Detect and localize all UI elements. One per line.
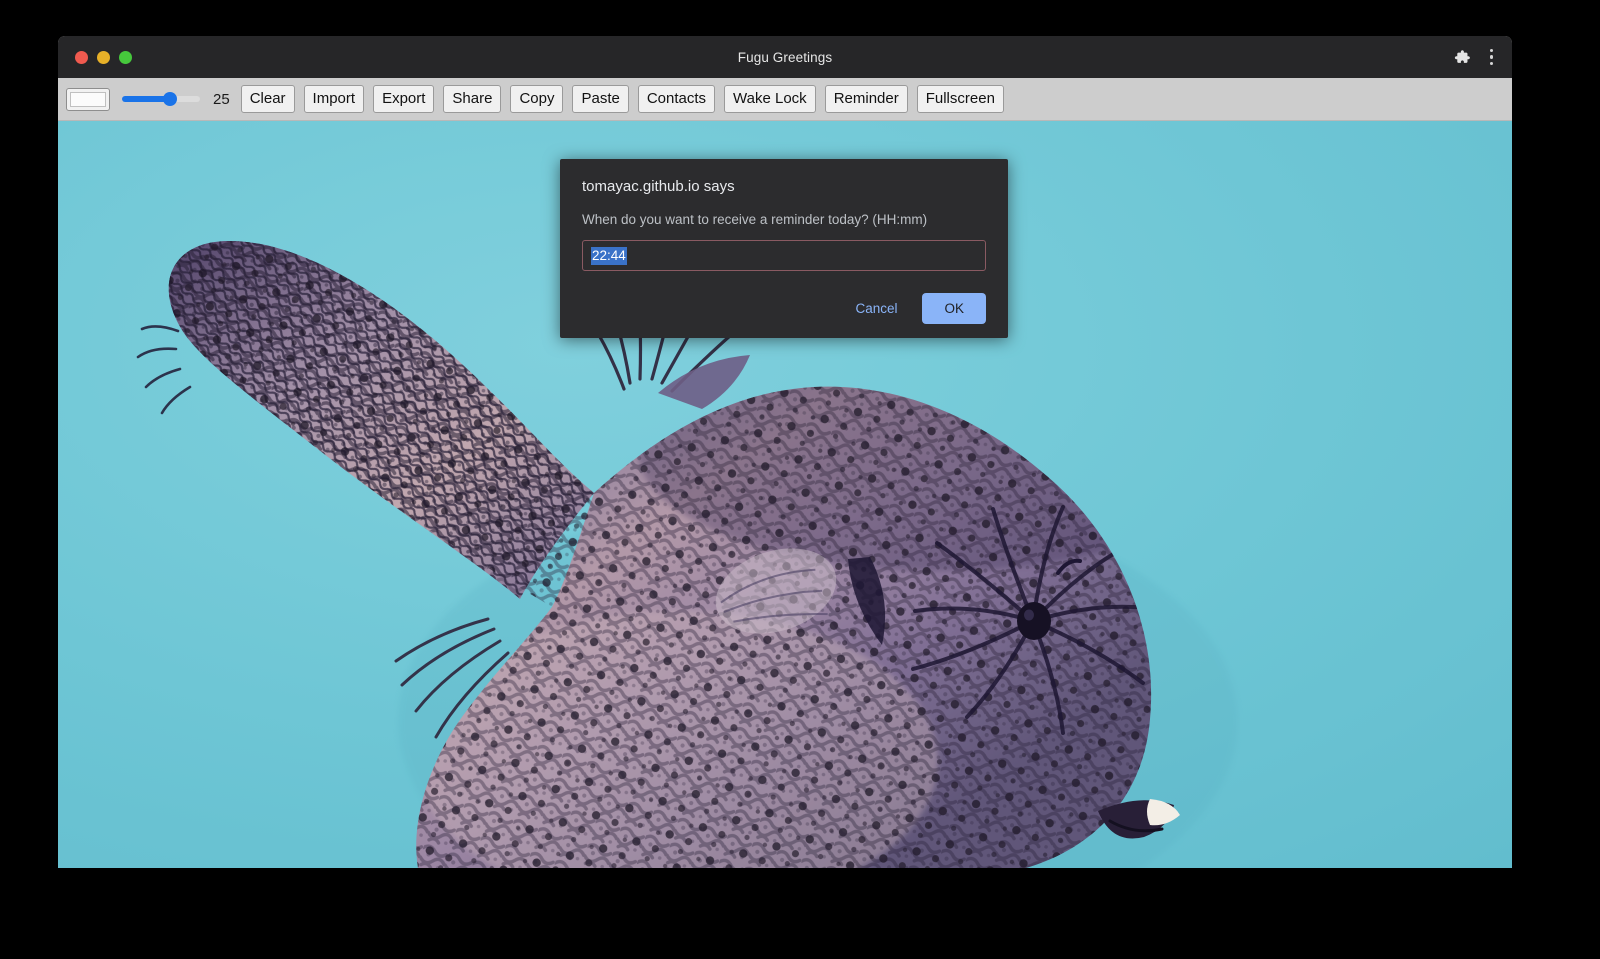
export-button[interactable]: Export [373,85,434,113]
paste-button[interactable]: Paste [572,85,628,113]
dialog-origin-label: tomayac.github.io says [582,177,986,197]
window-titlebar: Fugu Greetings [58,36,1512,78]
menu-dot [1490,62,1494,66]
reminder-time-input[interactable]: 22:44 [582,240,986,271]
drawing-canvas[interactable]: tomayac.github.io says When do you want … [58,121,1512,868]
fullscreen-button[interactable]: Fullscreen [917,85,1004,113]
javascript-prompt-dialog: tomayac.github.io says When do you want … [560,159,1008,338]
line-thickness-slider[interactable] [122,92,200,106]
contacts-button[interactable]: Contacts [638,85,715,113]
puzzle-piece-icon[interactable] [1453,48,1471,66]
menu-dot [1490,55,1494,59]
thickness-value-label: 25 [213,91,230,108]
page-title: Fugu Greetings [58,36,1512,78]
cancel-button[interactable]: Cancel [841,293,911,324]
app-toolbar: 25 Clear Import Export Share Copy Paste … [58,78,1512,121]
color-picker-input[interactable] [66,88,110,111]
share-button[interactable]: Share [443,85,501,113]
dialog-message-text: When do you want to receive a reminder t… [582,210,986,229]
browser-window: Fugu Greetings [58,36,1512,868]
device-frame: Fugu Greetings [0,0,1600,959]
slider-knob[interactable] [163,92,177,106]
import-button[interactable]: Import [304,85,365,113]
titlebar-actions [1453,36,1499,78]
dialog-button-row: Cancel OK [582,293,986,324]
clear-button[interactable]: Clear [241,85,295,113]
three-dot-menu-icon[interactable] [1485,45,1499,70]
menu-dot [1490,49,1494,53]
reminder-button[interactable]: Reminder [825,85,908,113]
color-swatch-preview [70,92,106,107]
reminder-time-value: 22:44 [591,247,627,265]
copy-button[interactable]: Copy [510,85,563,113]
wake-lock-button[interactable]: Wake Lock [724,85,816,113]
ok-button[interactable]: OK [922,293,986,324]
